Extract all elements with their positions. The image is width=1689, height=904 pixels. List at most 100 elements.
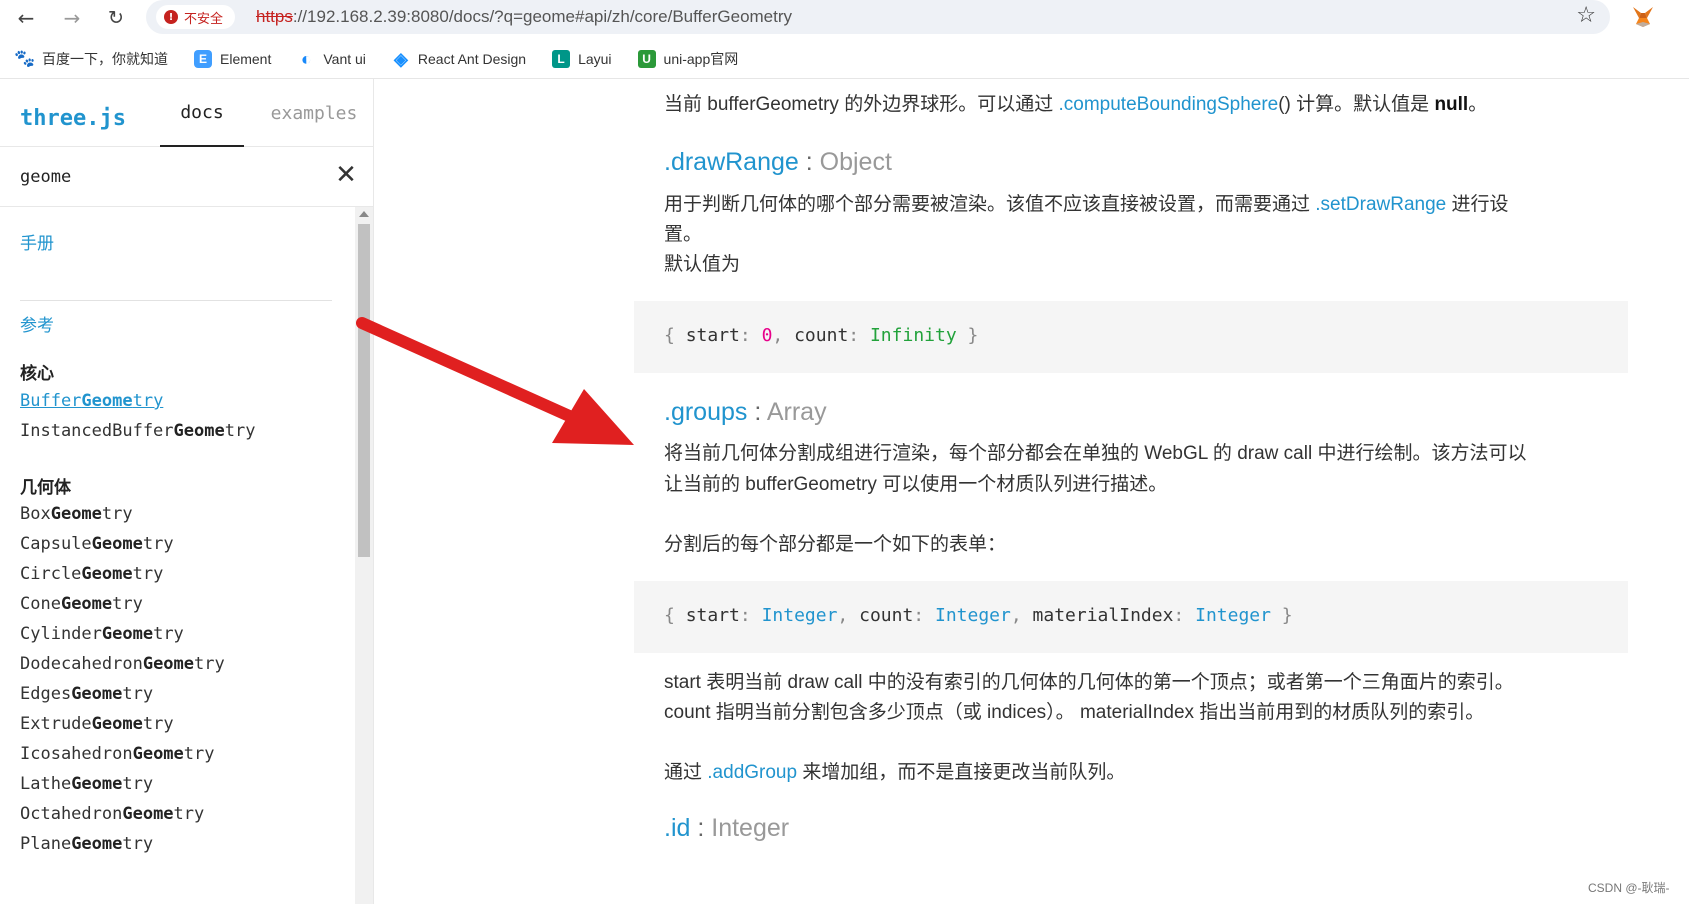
- tab-docs[interactable]: docs: [160, 79, 244, 147]
- nav-item-prefix: InstancedBuffer: [20, 421, 174, 441]
- nav-item-conegeometry[interactable]: ConeGeometry: [20, 594, 143, 614]
- code-key: start: [685, 325, 740, 346]
- nav-item-match: Geome: [71, 834, 123, 854]
- bookmark-uniapp[interactable]: U uni-app官网: [637, 49, 739, 69]
- nav-item-octahedrongeometry[interactable]: OctahedronGeometry: [20, 804, 204, 824]
- reload-button[interactable]: ↻: [102, 4, 130, 32]
- nav-item-cylindergeometry[interactable]: CylinderGeometry: [20, 624, 184, 644]
- code-brace: }: [1270, 605, 1293, 626]
- nav-item-buffergeometry[interactable]: BufferGeometry: [20, 391, 163, 411]
- bookmark-star-icon[interactable]: ☆: [1576, 3, 1596, 28]
- compute-bounding-sphere-link[interactable]: .computeBoundingSphere: [1059, 94, 1279, 115]
- nav-item-prefix: Box: [20, 504, 51, 524]
- code-key: count: [859, 605, 914, 626]
- tab-examples[interactable]: examples: [256, 79, 372, 147]
- back-button[interactable]: ←: [12, 4, 40, 32]
- search-input[interactable]: [20, 162, 320, 192]
- uniapp-icon: U: [637, 50, 656, 68]
- nav-item-suffix: try: [132, 564, 164, 584]
- bookmark-element[interactable]: E Element: [194, 50, 271, 68]
- docs-sidebar: three.js docs examples ✕ 手册 参考 核心 Buffer…: [0, 79, 374, 904]
- forward-button[interactable]: →: [58, 4, 86, 32]
- property-heading-id: .id : Integer: [664, 814, 789, 843]
- nav-item-suffix: try: [142, 534, 174, 554]
- text: 用于判断几何体的哪个部分需要被渲染。该值不应该直接被设置，而需要通过: [664, 194, 1316, 215]
- close-icon[interactable]: ✕: [330, 159, 362, 191]
- property-type: Integer: [711, 814, 790, 842]
- nav-item-match: Geome: [132, 744, 184, 764]
- nav-item-suffix: try: [142, 714, 174, 734]
- bounding-sphere-description: 当前 bufferGeometry 的外边界球形。可以通过 .computeBo…: [664, 89, 1487, 121]
- url-scheme: https: [256, 7, 293, 26]
- code-colon: :: [739, 605, 762, 626]
- nav-item-extrudegeometry[interactable]: ExtrudeGeometry: [20, 714, 174, 734]
- nav-item-lathegeometry[interactable]: LatheGeometry: [20, 774, 153, 794]
- set-draw-range-link[interactable]: .setDrawRange: [1315, 194, 1446, 215]
- nav-item-suffix: try: [194, 654, 225, 674]
- scroll-up-arrow-icon[interactable]: [359, 211, 369, 217]
- nav-category-geometries: 几何体: [20, 478, 71, 498]
- add-group-link[interactable]: .addGroup: [707, 762, 797, 783]
- nav-category-core: 核心: [20, 364, 54, 384]
- url-path: ://192.168.2.39:8080/docs/?q=geome#api/z…: [292, 7, 793, 26]
- address-bar[interactable]: ! 不安全 https://192.168.2.39:8080/docs/?q=…: [146, 0, 1610, 34]
- browser-toolbar: ← → ↻ ! 不安全 https://192.168.2.39:8080/do…: [0, 0, 1689, 36]
- nav-item-prefix: Capsule: [20, 534, 92, 554]
- bookmark-label: uni-app官网: [663, 51, 739, 67]
- nav-item-boxgeometry[interactable]: BoxGeometry: [20, 504, 133, 524]
- threejs-logo[interactable]: three.js: [20, 106, 126, 131]
- bookmark-baidu[interactable]: 🐾 百度一下，你就知道: [14, 49, 168, 69]
- nav-item-suffix: try: [153, 624, 184, 644]
- divider: [20, 300, 332, 301]
- code-comma: ,: [837, 605, 860, 626]
- code-key: count: [794, 325, 849, 346]
- text: 通过: [664, 762, 708, 783]
- bookmark-ant-design[interactable]: ◈ React Ant Design: [392, 48, 527, 69]
- code-type: Integer: [934, 605, 1011, 626]
- nav-item-dodecahedrongeometry[interactable]: DodecahedronGeometry: [20, 654, 225, 674]
- nav-item-planegeometry[interactable]: PlaneGeometry: [20, 834, 153, 854]
- bookmark-label: React Ant Design: [417, 51, 527, 67]
- property-name[interactable]: .drawRange: [664, 148, 799, 176]
- code-type: Integer: [761, 605, 838, 626]
- nav-item-capsulegeometry[interactable]: CapsuleGeometry: [20, 534, 174, 554]
- element-icon: E: [194, 50, 212, 68]
- property-separator: :: [747, 398, 767, 426]
- metamask-fox-icon[interactable]: [1630, 4, 1656, 30]
- forward-arrow-icon: →: [63, 6, 81, 30]
- property-separator: :: [690, 814, 712, 842]
- code-colon: :: [848, 325, 870, 346]
- nav-item-instancedbuffergeometry[interactable]: InstancedBufferGeometry: [20, 421, 255, 441]
- property-heading-groups: .groups : Array: [664, 398, 827, 427]
- nav-item-suffix: try: [122, 834, 154, 854]
- text: 进行设: [1446, 194, 1509, 215]
- nav-item-suffix: try: [122, 774, 154, 794]
- bookmark-layui[interactable]: L Layui: [552, 50, 612, 68]
- code-colon: :: [739, 325, 762, 346]
- drawrange-description-cont: 置。: [664, 224, 703, 245]
- ant-design-icon: ◈: [393, 48, 408, 69]
- property-name[interactable]: .id: [664, 814, 690, 842]
- sidebar-scrollbar[interactable]: [355, 207, 373, 904]
- url-text[interactable]: https://192.168.2.39:8080/docs/?q=geome#…: [256, 7, 792, 27]
- layui-icon: L: [552, 50, 571, 68]
- text: 。: [1468, 94, 1488, 115]
- nav-item-suffix: try: [183, 744, 215, 764]
- security-indicator[interactable]: ! 不安全: [156, 5, 236, 29]
- nav-section-reference[interactable]: 参考: [20, 311, 54, 336]
- drawrange-code-block: { start: 0, count: Infinity }: [634, 301, 1628, 373]
- bookmark-vant[interactable]: ◐ Vant ui: [297, 49, 366, 69]
- nav-item-icosahedrongeometry[interactable]: IcosahedronGeometry: [20, 744, 215, 764]
- nav-item-prefix: Extrude: [20, 714, 92, 734]
- code-key: start: [685, 605, 740, 626]
- nav-item-edgesgeometry[interactable]: EdgesGeometry: [20, 684, 153, 704]
- bookmark-label: 百度一下，你就知道: [42, 51, 168, 67]
- bookmark-label: Element: [220, 51, 272, 67]
- nav-item-match: Geome: [122, 804, 174, 824]
- nav-item-circlegeometry[interactable]: CircleGeometry: [20, 564, 163, 584]
- nav-section-manual[interactable]: 手册: [20, 229, 54, 254]
- property-name[interactable]: .groups: [664, 398, 747, 426]
- csdn-watermark: CSDN @-耿瑞-: [1588, 881, 1670, 895]
- search-row: ✕: [0, 147, 373, 207]
- sidebar-header: three.js docs examples: [0, 79, 373, 147]
